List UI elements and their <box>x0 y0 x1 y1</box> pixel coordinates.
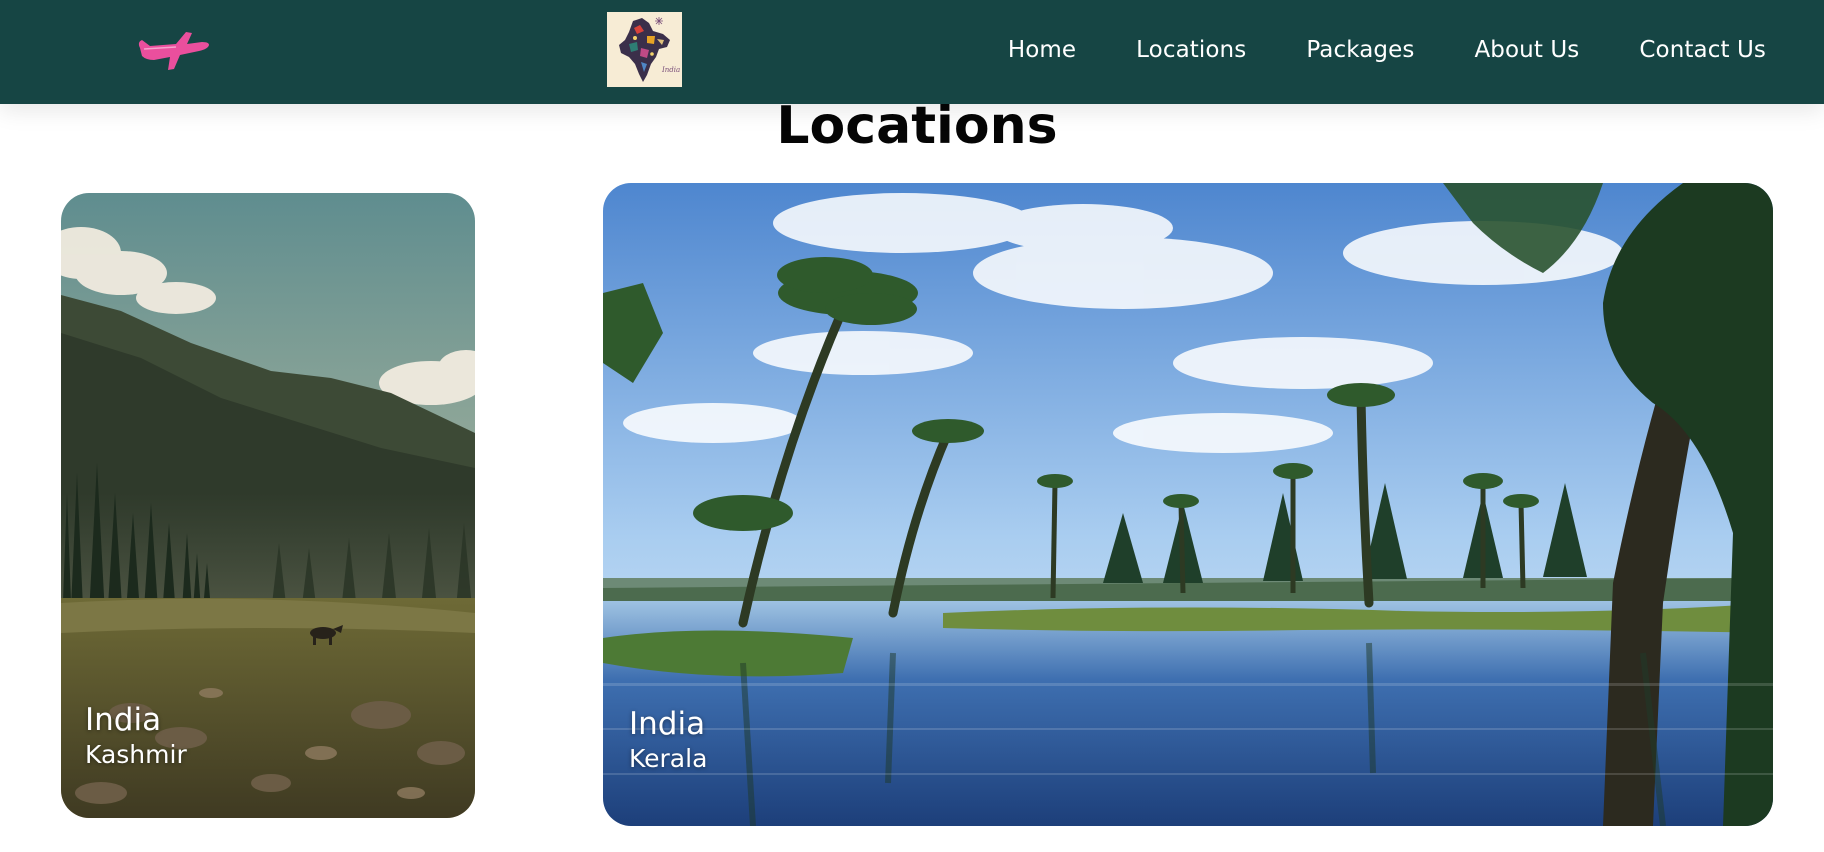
card-region: Kerala <box>629 744 708 773</box>
page-title: Locations <box>776 96 1058 156</box>
nav-packages-link[interactable]: Packages <box>1306 37 1414 63</box>
location-card-kerala[interactable]: India Kerala <box>603 183 1773 826</box>
nav-about-us-link[interactable]: About Us <box>1474 37 1579 63</box>
card-caption: India Kerala <box>629 705 707 775</box>
card-region: Kashmir <box>85 740 187 769</box>
nav-home-link[interactable]: Home <box>1008 37 1076 63</box>
card-country: India <box>85 702 162 738</box>
card-caption: India Kashmir <box>85 701 187 771</box>
airplane-icon[interactable] <box>136 28 210 72</box>
location-card-kashmir[interactable]: India Kashmir <box>61 193 475 818</box>
nav-locations-link[interactable]: Locations <box>1136 37 1246 63</box>
nav-contact-us-link[interactable]: Contact Us <box>1639 37 1766 63</box>
site-header: India Home Locations Packages About Us C… <box>0 0 1824 104</box>
kerala-backwaters-photo <box>603 183 1773 826</box>
main-nav: Home Locations Packages About Us Contact… <box>1008 0 1766 100</box>
card-country: India <box>629 706 706 742</box>
logo-caption: India <box>661 66 680 74</box>
india-map-logo-image: India <box>607 12 682 87</box>
site-logo[interactable]: India <box>607 12 682 87</box>
